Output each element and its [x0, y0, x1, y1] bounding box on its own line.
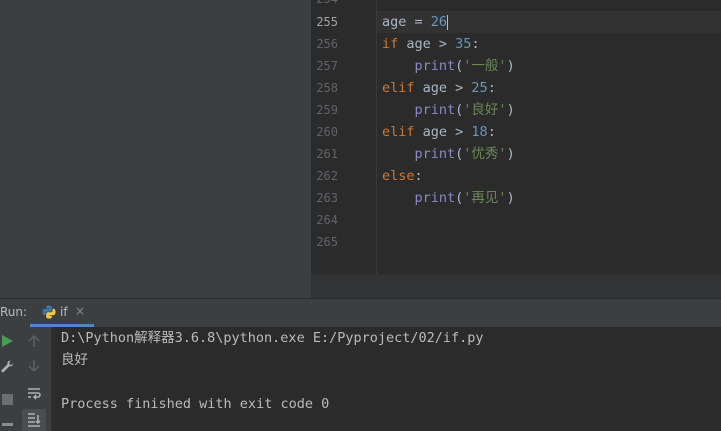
keyword: else	[382, 168, 415, 184]
line-number: 256	[316, 37, 338, 51]
number-literal: 35	[455, 36, 472, 52]
code-line[interactable]: print('良好')	[382, 99, 515, 121]
line-number: 254	[311, 0, 338, 10]
line-number: 264	[316, 213, 338, 227]
line-number: 257	[316, 59, 338, 73]
code-line[interactable]: elif age > 25:	[382, 77, 496, 99]
project-panel	[0, 0, 311, 298]
line-number-gutter: 254 255 256 257 258 259 260 261 262 263 …	[311, 0, 377, 274]
line-number: 259	[316, 103, 338, 117]
keyword: if	[382, 36, 399, 52]
code-line[interactable]: print('再见')	[382, 187, 515, 209]
code-line[interactable]: age = 26	[382, 11, 449, 33]
builtin-function: print	[414, 190, 456, 206]
string-literal: '一般'	[463, 58, 507, 74]
text-caret	[447, 14, 449, 30]
builtin-function: print	[414, 102, 456, 118]
string-literal: '良好'	[463, 102, 507, 118]
number-literal: 26	[430, 14, 448, 30]
code-text: )	[506, 102, 515, 118]
keyword: elif	[382, 80, 415, 96]
line-number: 260	[316, 125, 338, 139]
scroll-to-end-button[interactable]	[22, 409, 46, 431]
identifier: age	[382, 14, 407, 30]
wrench-icon[interactable]	[1, 360, 14, 373]
line-number: 265	[316, 235, 338, 249]
code-text: age >	[398, 36, 456, 52]
run-tab-if[interactable]: if ×	[30, 299, 94, 327]
code-text: :	[487, 80, 496, 96]
line-number: 258	[316, 81, 338, 95]
line-number: 255	[316, 15, 338, 29]
string-literal: '再见'	[463, 190, 507, 206]
code-text: :	[471, 36, 480, 52]
builtin-function: print	[414, 58, 456, 74]
builtin-function: print	[414, 146, 456, 162]
code-text: )	[506, 146, 515, 162]
console-command-line: D:\Python解释器3.6.8\python.exe E:/Pyprojec…	[61, 330, 484, 346]
code-text: age >	[414, 124, 472, 140]
code-editor[interactable]: 254 255 256 257 258 259 260 261 262 263 …	[311, 0, 721, 299]
code-line[interactable]: else:	[382, 165, 423, 187]
code-line[interactable]: if age > 35:	[382, 33, 480, 55]
run-label: Run:	[0, 305, 28, 319]
run-icon[interactable]	[2, 335, 13, 347]
run-tab-label: if	[60, 305, 68, 319]
code-line[interactable]: print('优秀')	[382, 143, 515, 165]
soft-wrap-icon[interactable]	[27, 387, 41, 400]
stop-icon[interactable]	[2, 394, 13, 405]
console-exit-message: Process finished with exit code 0	[61, 396, 330, 412]
python-icon	[42, 305, 56, 319]
line-number: 261	[316, 147, 338, 161]
arrow-up-icon[interactable]	[28, 335, 40, 348]
line-number: 263	[316, 191, 338, 205]
scroll-to-end-icon	[28, 413, 41, 427]
number-literal: 18	[471, 124, 488, 140]
string-literal: '优秀'	[463, 146, 507, 162]
code-text: :	[487, 124, 496, 140]
code-text: )	[506, 58, 515, 74]
keyword: elif	[382, 124, 415, 140]
run-toolbar-secondary	[17, 327, 52, 431]
code-line[interactable]: print('一般')	[382, 55, 515, 77]
close-icon[interactable]: ×	[75, 304, 85, 318]
run-console-output[interactable]: D:\Python解释器3.6.8\python.exe E:/Pyprojec…	[52, 327, 721, 431]
number-literal: 25	[471, 80, 488, 96]
code-text: :	[414, 168, 423, 184]
run-tool-window-header: Run: if ×	[0, 298, 721, 328]
operator: =	[406, 14, 431, 30]
code-line[interactable]: elif age > 18:	[382, 121, 496, 143]
run-toolbar-primary	[0, 327, 17, 431]
editor-horizontal-scrollbar[interactable]	[311, 274, 721, 299]
code-text: )	[506, 190, 515, 206]
code-text: age >	[414, 80, 472, 96]
layout-icon[interactable]	[2, 423, 13, 426]
line-number: 262	[316, 169, 338, 183]
arrow-down-icon[interactable]	[28, 360, 40, 373]
console-program-output: 良好	[61, 352, 88, 368]
